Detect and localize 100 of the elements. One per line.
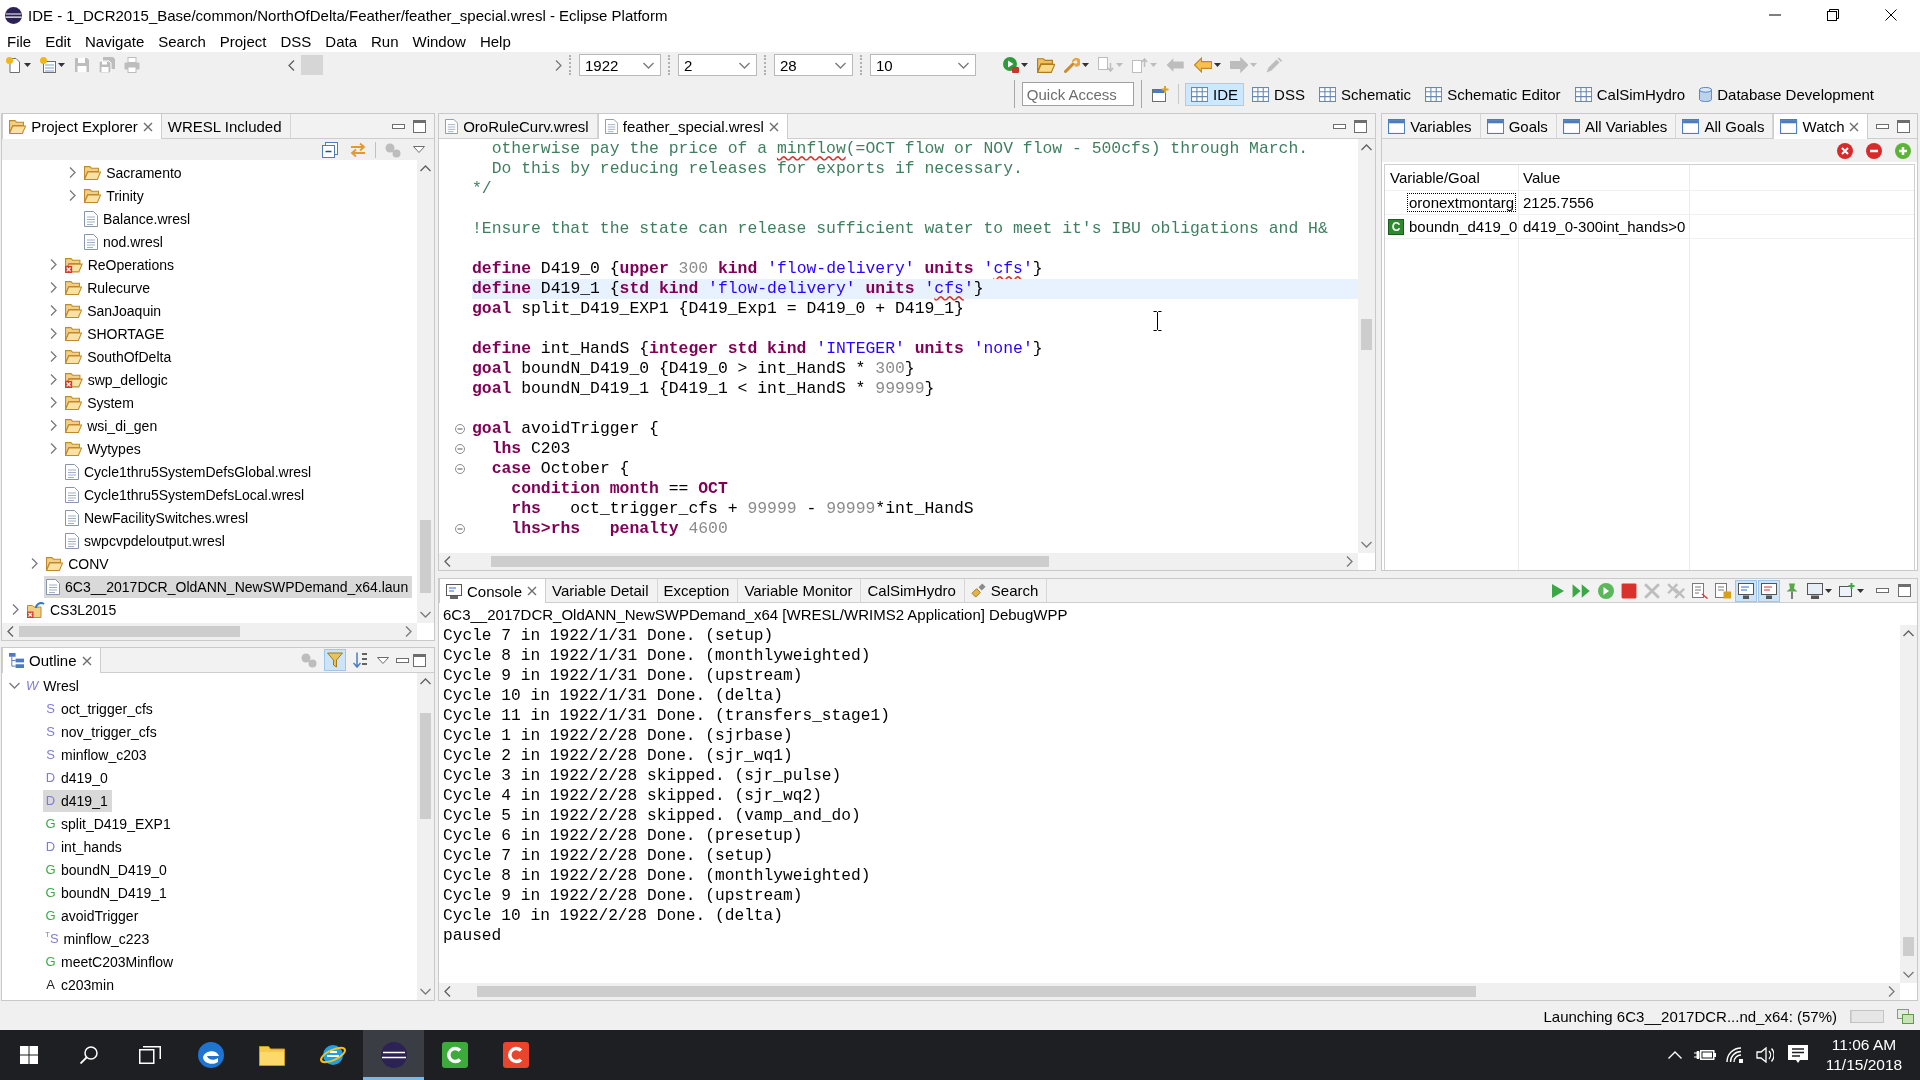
menu-item[interactable]: Edit	[38, 30, 79, 52]
run-button[interactable]	[1000, 54, 1031, 76]
date-dropdown[interactable]: 2	[678, 54, 757, 76]
chevron-up-icon[interactable]	[1361, 144, 1372, 151]
outline-item[interactable]: D int_hands	[43, 835, 126, 858]
chevron-left-icon[interactable]	[444, 986, 451, 997]
outline-item[interactable]: S oct_trigger_cfs	[43, 697, 157, 720]
outline-item[interactable]: S minflow_c203	[43, 743, 151, 766]
tree-item[interactable]: ReOperations	[63, 253, 179, 276]
scrollbar-thumb[interactable]	[477, 986, 1477, 997]
close-icon[interactable]	[81, 655, 92, 666]
chevron-right-icon[interactable]	[30, 558, 38, 569]
outline-item[interactable]: D d419_1	[43, 789, 112, 812]
horizontal-scrollbar[interactable]	[2, 623, 417, 640]
menu-item[interactable]: Run	[364, 30, 406, 52]
view-tab[interactable]: Console	[439, 579, 547, 603]
vertical-scrollbar[interactable]	[417, 673, 434, 1000]
new-file-button[interactable]	[3, 54, 34, 76]
chevron-up-icon[interactable]	[1903, 630, 1914, 637]
outline-item[interactable]: G meetC203Minflow	[43, 950, 178, 973]
tree-item[interactable]: 6C3__2017DCR_OldANN_NewSWPDemand_x64.laun	[44, 575, 413, 598]
minimize-icon[interactable]	[1876, 123, 1890, 129]
menu-item[interactable]: Project	[212, 30, 274, 52]
scrollbar-thumb[interactable]	[1903, 936, 1914, 957]
date-dropdown[interactable]: 1922	[579, 54, 661, 76]
tree-item[interactable]: Balance.wresl	[82, 207, 195, 230]
tree-item[interactable]: System	[63, 391, 138, 414]
chevron-right-icon[interactable]	[49, 397, 57, 408]
column-header[interactable]: Value	[1518, 165, 1689, 191]
tree-item[interactable]: swpcvpdeloutput.wresl	[63, 529, 229, 552]
outline-item[interactable]: G boundN_D419_1	[43, 881, 171, 904]
date-dropdown[interactable]: 28	[774, 54, 853, 76]
chevron-down-icon[interactable]	[420, 988, 431, 995]
close-icon[interactable]	[1849, 121, 1860, 132]
chevron-right-icon[interactable]	[405, 626, 412, 637]
outline-item[interactable]: A c203min	[43, 973, 118, 996]
show-output-button[interactable]	[1735, 579, 1757, 602]
tree-item[interactable]: SanJoaquin	[63, 299, 166, 322]
minimize-icon[interactable]	[1333, 123, 1346, 129]
maximize-icon[interactable]	[1897, 119, 1911, 133]
menu-item[interactable]: File	[0, 30, 39, 52]
view-tab[interactable]: Watch	[1773, 114, 1869, 139]
menu-item[interactable]: Help	[472, 30, 518, 52]
chevron-right-icon[interactable]	[49, 374, 57, 385]
tree-item[interactable]: Rulecurve	[63, 276, 155, 299]
scrollbar-thumb[interactable]	[1361, 319, 1372, 350]
minimize-icon[interactable]	[396, 657, 409, 663]
perspective-button[interactable]: IDE	[1184, 82, 1244, 106]
perspective-button[interactable]: DSS	[1246, 82, 1311, 106]
tree-item[interactable]: Cycle1thru5SystemDefsGlobal.wresl	[63, 460, 316, 483]
maximize-icon[interactable]	[413, 653, 426, 667]
menu-item[interactable]: DSS	[273, 30, 319, 52]
tree-item[interactable]: Trinity	[82, 184, 148, 207]
chevron-left-icon[interactable]	[444, 556, 451, 567]
chevron-right-icon[interactable]	[68, 167, 76, 178]
chevron-right-icon[interactable]	[49, 328, 57, 339]
outline-item[interactable]: $^{T}$S minflow_c223	[43, 927, 154, 950]
editor-tab[interactable]: feather_special.wresl	[597, 114, 788, 139]
close-icon[interactable]	[527, 586, 538, 596]
chevron-right-icon[interactable]	[49, 305, 57, 316]
tree-item[interactable]: Wytypes	[63, 437, 145, 460]
chevron-left-icon[interactable]	[288, 59, 295, 71]
chevron-right-icon[interactable]	[555, 59, 562, 71]
scrollbar-thumb[interactable]	[420, 520, 431, 594]
tree-item[interactable]: CONV	[44, 552, 113, 575]
taskbar-button[interactable]	[363, 1030, 424, 1080]
perspective-button[interactable]: CalSimHydro	[1568, 82, 1692, 106]
chevron-down-icon[interactable]	[1903, 971, 1914, 978]
outline-item[interactable]: G avoidTrigger	[43, 904, 143, 927]
chevron-right-icon[interactable]	[1346, 556, 1353, 567]
chevron-right-icon[interactable]	[11, 604, 19, 615]
chevron-down-icon[interactable]	[1361, 541, 1372, 548]
chevron-up-icon[interactable]	[420, 165, 431, 172]
chevron-right-icon[interactable]	[49, 282, 57, 293]
new-button[interactable]	[37, 54, 68, 76]
chevron-down-icon[interactable]	[420, 611, 431, 618]
minimize-icon[interactable]	[392, 123, 405, 129]
tree-item[interactable]: Sacramento	[82, 161, 186, 184]
tree-item[interactable]: SouthOfDelta	[63, 345, 176, 368]
maximize-icon[interactable]	[413, 119, 426, 133]
hide-fields-button[interactable]	[324, 649, 346, 671]
toolbar-scrollbar[interactable]	[288, 54, 562, 76]
tree-item[interactable]: swp_dellogic	[63, 368, 172, 391]
collapse-icon[interactable]	[455, 444, 465, 454]
chevron-right-icon[interactable]	[49, 259, 57, 270]
chevron-right-icon[interactable]	[49, 443, 57, 454]
chevron-left-icon[interactable]	[7, 626, 14, 637]
chevron-right-icon[interactable]	[49, 351, 57, 362]
tree-item[interactable]: Cycle1thru5SystemDefsLocal.wresl	[63, 483, 309, 506]
tree-item[interactable]: nod.wresl	[82, 230, 167, 253]
menu-item[interactable]: Data	[318, 30, 364, 52]
horizontal-scrollbar[interactable]	[439, 983, 1900, 1000]
outline-item[interactable]: D d419_0	[43, 766, 112, 789]
chevron-right-icon[interactable]	[1888, 986, 1895, 997]
collapse-icon[interactable]	[455, 464, 465, 474]
menu-item[interactable]: Search	[151, 30, 213, 52]
view-menu-button[interactable]	[410, 143, 428, 156]
vertical-scrollbar[interactable]	[1900, 625, 1917, 983]
maximize-icon[interactable]	[1354, 119, 1367, 133]
scrollbar-thumb[interactable]	[420, 713, 431, 819]
